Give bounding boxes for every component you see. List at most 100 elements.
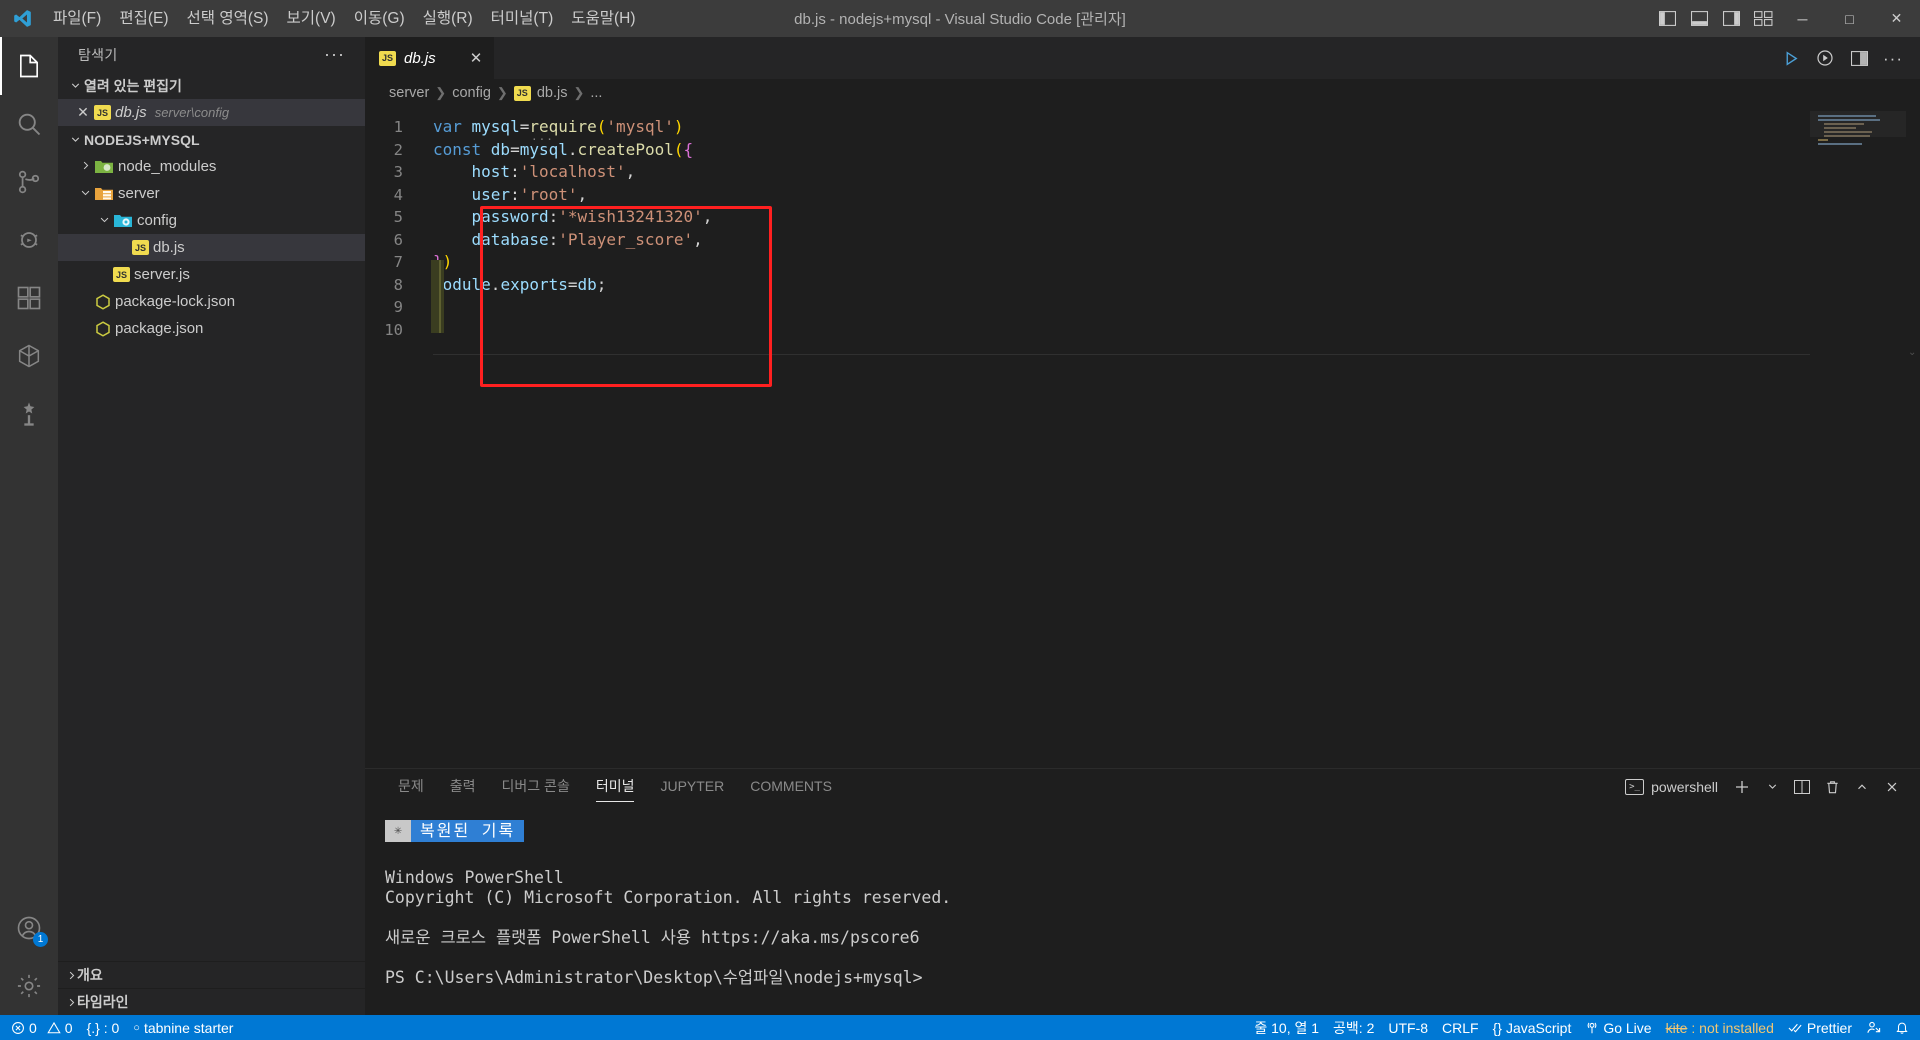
toggle-primary-sidebar-icon[interactable]	[1651, 0, 1683, 37]
kill-terminal-button[interactable]	[1818, 773, 1846, 801]
code-token: =	[510, 139, 520, 159]
tree-item-db-js[interactable]: JS db.js	[58, 234, 365, 261]
activitybar-item-accounts[interactable]: 1	[0, 899, 58, 957]
menu-selection[interactable]: 선택 영역(S)	[178, 0, 278, 37]
status-ports[interactable]: {.} : 0	[80, 1015, 127, 1040]
window-close-button[interactable]: ✕	[1873, 0, 1920, 37]
window-maximize-button[interactable]: □	[1826, 0, 1873, 37]
open-editor-item-db-js[interactable]: ✕ JS db.js server\config	[58, 99, 365, 126]
run-and-debug-button[interactable]	[1810, 43, 1840, 73]
tab-terminal[interactable]: 터미널	[583, 769, 648, 804]
js-file-icon: JS	[379, 50, 396, 66]
tab-jupyter[interactable]: JUPYTER	[647, 769, 737, 804]
tree-item-node-modules[interactable]: node_modules	[58, 153, 365, 180]
status-go-live[interactable]: Go Live	[1578, 1015, 1658, 1040]
code-token: .	[567, 139, 578, 159]
tab-output[interactable]: 출력	[437, 769, 489, 804]
code-token: ,	[702, 207, 713, 226]
close-panel-button[interactable]	[1878, 773, 1906, 801]
split-terminal-button[interactable]	[1788, 773, 1816, 801]
toggle-secondary-sidebar-icon[interactable]	[1715, 0, 1747, 37]
ellipsis-icon: ···	[1883, 48, 1903, 68]
tree-item-package-json[interactable]: package.json	[58, 315, 365, 342]
editor-tab-db-js[interactable]: JS db.js ✕	[365, 37, 496, 79]
tree-item-server-js[interactable]: JS server.js	[58, 261, 365, 288]
sidebar-more-actions-icon[interactable]: ···	[324, 44, 345, 65]
code-token: =	[519, 117, 530, 136]
code-token: password	[433, 207, 549, 226]
status-indentation[interactable]: 공백: 2	[1326, 1015, 1381, 1040]
menu-bar[interactable]: 파일(F) 편집(E) 선택 영역(S) 보기(V) 이동(G) 실행(R) 터…	[44, 0, 645, 37]
status-eol[interactable]: CRLF	[1435, 1015, 1486, 1040]
activitybar-item-testing[interactable]	[0, 385, 58, 443]
activitybar-item-search[interactable]	[0, 95, 58, 153]
menu-edit[interactable]: 편집(E)	[110, 0, 177, 37]
code-editor[interactable]: 1 2 3 4 5 6 7 8 9 10 var mysql=require('…	[365, 107, 1920, 768]
breadcrumb-item-db-js[interactable]: db.js	[537, 85, 568, 101]
terminal-selector[interactable]: >_ powershell	[1625, 778, 1718, 795]
open-editors-section-header[interactable]: 열려 있는 편집기	[58, 72, 365, 99]
activitybar-item-source-control[interactable]	[0, 153, 58, 211]
code-content[interactable]: var mysql=require('mysql') const db=mysql…	[423, 107, 1920, 768]
status-cursor-position[interactable]: 줄 10, 열 1	[1247, 1015, 1326, 1040]
code-token: '*wish13241320'	[558, 207, 703, 226]
status-tabnine[interactable]: ○ tabnine starter	[126, 1015, 240, 1040]
activitybar-item-explorer[interactable]	[0, 37, 58, 95]
circle-icon: ○	[133, 1021, 140, 1034]
tree-item-label: server	[118, 185, 160, 202]
activitybar-item-extensions[interactable]	[0, 269, 58, 327]
tree-item-package-lock-json[interactable]: package-lock.json	[58, 288, 365, 315]
customize-layout-icon[interactable]	[1747, 0, 1779, 37]
status-bar-right: 줄 10, 열 1 공백: 2 UTF-8 CRLF {} JavaScript…	[1247, 1015, 1916, 1040]
code-line: user:'root',	[423, 184, 1920, 207]
terminal-output[interactable]: ✳ 복원된 기록 Windows PowerShell Copyright (C…	[365, 804, 1920, 1015]
window-minimize-button[interactable]: ─	[1779, 0, 1826, 37]
code-token: ;	[596, 274, 607, 294]
status-problems[interactable]: 0 0	[4, 1015, 80, 1040]
activitybar-item-remote-explorer[interactable]	[0, 327, 58, 385]
status-prettier[interactable]: Prettier	[1781, 1015, 1859, 1040]
code-token: user	[433, 184, 511, 204]
terminal-profile-dropdown[interactable]	[1758, 773, 1786, 801]
breadcrumb-item-config[interactable]: config	[452, 85, 491, 101]
run-code-button[interactable]	[1776, 43, 1806, 73]
broadcast-icon	[1585, 1021, 1599, 1035]
status-encoding[interactable]: UTF-8	[1381, 1015, 1435, 1040]
menu-view[interactable]: 보기(V)	[278, 0, 345, 37]
activitybar-item-run-and-debug[interactable]	[0, 211, 58, 269]
menu-file[interactable]: 파일(F)	[44, 0, 110, 37]
status-notifications[interactable]	[1888, 1015, 1916, 1040]
menu-terminal[interactable]: 터미널(T)	[482, 0, 563, 37]
status-feedback[interactable]	[1859, 1015, 1888, 1040]
tab-debug-console[interactable]: 디버그 콘솔	[489, 769, 583, 804]
timeline-section[interactable]: 타임라인	[58, 988, 365, 1015]
toggle-panel-icon[interactable]	[1683, 0, 1715, 37]
current-line-rule	[433, 354, 1820, 355]
status-language-mode[interactable]: {} JavaScript	[1486, 1015, 1579, 1040]
activitybar-item-settings[interactable]	[0, 957, 58, 1015]
code-token: :	[548, 229, 559, 249]
workspace-section-header[interactable]: NODEJS+MYSQL	[58, 126, 365, 153]
menu-help[interactable]: 도움말(H)	[562, 0, 644, 37]
tree-item-config-folder[interactable]: config	[58, 207, 365, 234]
code-token: 'root'	[519, 184, 578, 204]
tab-comments[interactable]: COMMENTS	[737, 769, 845, 804]
panel-tabs: 문제 출력 디버그 콘솔 터미널 JUPYTER COMMENTS >_ pow…	[365, 769, 1920, 804]
more-actions-button[interactable]: ···	[1878, 43, 1908, 73]
outline-section[interactable]: 개요	[58, 961, 365, 988]
maximize-panel-button[interactable]	[1848, 773, 1876, 801]
status-kite[interactable]: kite: not installed	[1659, 1015, 1781, 1040]
new-terminal-button[interactable]	[1728, 773, 1756, 801]
menu-go[interactable]: 이동(G)	[345, 0, 414, 37]
menu-run[interactable]: 실행(R)	[414, 0, 482, 37]
breadcrumb-item-symbols[interactable]: ...	[590, 85, 602, 101]
tab-problems[interactable]: 문제	[385, 769, 437, 804]
split-editor-button[interactable]	[1844, 43, 1874, 73]
tree-item-label: package.json	[115, 320, 204, 337]
go-live-label: Go Live	[1603, 1019, 1652, 1036]
tree-item-server-folder[interactable]: server	[58, 180, 365, 207]
close-icon[interactable]: ✕	[470, 49, 483, 67]
close-editor-icon[interactable]: ✕	[72, 104, 94, 121]
breadcrumb-item-server[interactable]: server	[389, 85, 429, 101]
